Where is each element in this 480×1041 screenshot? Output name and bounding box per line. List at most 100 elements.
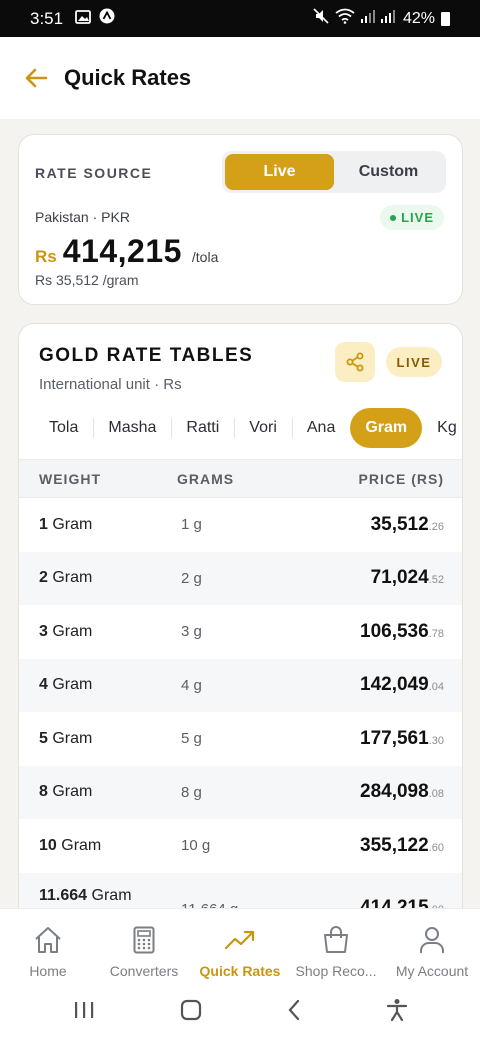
nav-my-account[interactable]: My Account	[384, 909, 480, 984]
row-unit: Gram	[52, 783, 93, 801]
table-header: WEIGHT GRAMS PRICE (RS)	[19, 459, 462, 498]
column-grams: GRAMS	[177, 470, 235, 487]
price-value: 414,215	[62, 233, 182, 269]
tab-gram[interactable]: Gram	[350, 408, 423, 448]
table-row: 4 Gram 4 g 142,049.04	[19, 658, 462, 712]
row-qty: 3	[39, 622, 48, 640]
nav-converters-label: Converters	[109, 963, 179, 979]
tab-ana[interactable]: Ana	[291, 408, 350, 448]
price-unit: /tola	[191, 249, 219, 265]
row-price-decimal: .52	[428, 574, 444, 587]
trending-up-icon	[224, 925, 256, 955]
nav-shop-records-label: Shop Reco...	[295, 963, 377, 979]
table-row: 2 Gram 2 g 71,024.52	[19, 551, 462, 605]
calculator-icon	[133, 925, 155, 955]
row-unit: Gram	[52, 622, 93, 640]
row-qty: 1	[39, 515, 48, 533]
accessibility-icon[interactable]	[386, 998, 408, 1027]
row-price-decimal: .08	[428, 788, 444, 801]
row-price: 177,561	[360, 727, 429, 749]
row-grams: 1 g	[181, 516, 202, 534]
back-arrow-icon[interactable]	[22, 64, 50, 92]
row-price-decimal: .30	[428, 734, 444, 747]
country-currency: Pakistan · PKR	[35, 209, 130, 225]
row-price-decimal: .78	[428, 627, 444, 640]
home-button-icon[interactable]	[180, 999, 202, 1026]
row-unit: Gram	[91, 886, 132, 904]
row-qty: 2	[39, 569, 48, 587]
column-price: PRICE (RS)	[358, 470, 444, 487]
live-toggle-button[interactable]: Live	[225, 154, 334, 190]
row-qty: 4	[39, 676, 48, 694]
row-unit: Gram	[61, 836, 102, 854]
tab-tola[interactable]: Tola	[19, 408, 93, 448]
bottom-navigation: Home Converters Quick Rates Shop Reco...…	[0, 908, 480, 984]
row-qty: 10	[39, 836, 57, 854]
row-price: 35,512	[370, 513, 429, 535]
row-qty: 11.664	[39, 886, 88, 904]
rate-source-label: RATE SOURCE	[35, 165, 153, 181]
tola-price: Rs 414,215 /tola	[35, 233, 218, 270]
tab-masha[interactable]: Masha	[93, 408, 171, 448]
back-icon[interactable]	[287, 999, 301, 1026]
gold-rate-tables-card: GOLD RATE TABLES International unit · Rs…	[18, 323, 463, 963]
tables-live-badge: LIVE	[386, 347, 442, 377]
wifi-icon	[335, 8, 355, 29]
nav-my-account-label: My Account	[395, 963, 469, 979]
nav-home[interactable]: Home	[0, 909, 96, 984]
tab-ratti[interactable]: Ratti	[171, 408, 234, 448]
row-price-decimal: .04	[428, 681, 444, 694]
row-unit: Gram	[52, 515, 93, 533]
row-grams: 10 g	[181, 837, 211, 855]
tab-vori[interactable]: Vori	[234, 408, 292, 448]
nav-converters[interactable]: Converters	[96, 909, 192, 984]
row-price-decimal: .26	[428, 520, 444, 533]
row-price: 355,122	[360, 834, 429, 856]
table-row: 10 Gram 10 g 355,122.60	[19, 819, 462, 873]
app-notification-icon	[99, 8, 115, 29]
custom-toggle-button[interactable]: Custom	[334, 154, 443, 190]
row-price-decimal: .60	[428, 841, 444, 854]
live-status-badge: LIVE	[380, 205, 444, 230]
row-qty: 5	[39, 729, 48, 747]
row-grams: 4 g	[181, 676, 202, 694]
table-row: 1 Gram 1 g 35,512.26	[19, 498, 462, 552]
status-time: 3:51	[30, 8, 64, 28]
row-unit: Gram	[52, 676, 93, 694]
row-unit: Gram	[52, 729, 93, 747]
gold-rate-tables-subtitle: International unit · Rs	[39, 376, 182, 393]
live-status-text: LIVE	[401, 210, 434, 225]
system-navigation-bar	[0, 984, 480, 1041]
nav-quick-rates[interactable]: Quick Rates	[192, 909, 288, 984]
table-row: 3 Gram 3 g 106,536.78	[19, 605, 462, 659]
gallery-notification-icon	[75, 9, 91, 29]
nav-shop-records[interactable]: Shop Reco...	[288, 909, 384, 984]
row-grams: 3 g	[181, 623, 202, 641]
battery-icon	[441, 11, 450, 26]
battery-level: 42%	[402, 9, 435, 27]
rate-source-card: RATE SOURCE Live Custom Pakistan · PKR L…	[18, 134, 463, 305]
live-dot-icon	[390, 214, 397, 221]
tab-kg[interactable]: Kg	[422, 408, 462, 448]
status-bar: 3:51 42%	[0, 0, 480, 37]
mute-icon	[313, 8, 329, 29]
table-body: 1 Gram 1 g 35,512.26 2 Gram 2 g 71,024.5…	[19, 498, 462, 926]
rate-source-toggle: Live Custom	[222, 151, 446, 193]
row-grams: 2 g	[181, 569, 202, 587]
share-button[interactable]	[335, 342, 375, 382]
row-price: 106,536	[360, 620, 429, 642]
unit-tabs: Tola Masha Ratti Vori Ana Gram Kg	[19, 407, 462, 449]
user-icon	[418, 925, 446, 955]
row-unit: Gram	[52, 569, 93, 587]
row-qty: 8	[39, 783, 48, 801]
table-row: 5 Gram 5 g 177,561.30	[19, 712, 462, 766]
signal-icon	[360, 9, 397, 28]
per-gram-price: Rs 35,512 /gram	[35, 272, 139, 288]
home-icon	[33, 925, 63, 955]
row-grams: 8 g	[181, 783, 202, 801]
nav-home-label: Home	[29, 963, 67, 979]
row-price: 284,098	[360, 781, 429, 803]
price-currency: Rs	[35, 247, 57, 266]
share-icon	[346, 352, 364, 372]
recent-apps-icon[interactable]	[73, 1000, 95, 1025]
